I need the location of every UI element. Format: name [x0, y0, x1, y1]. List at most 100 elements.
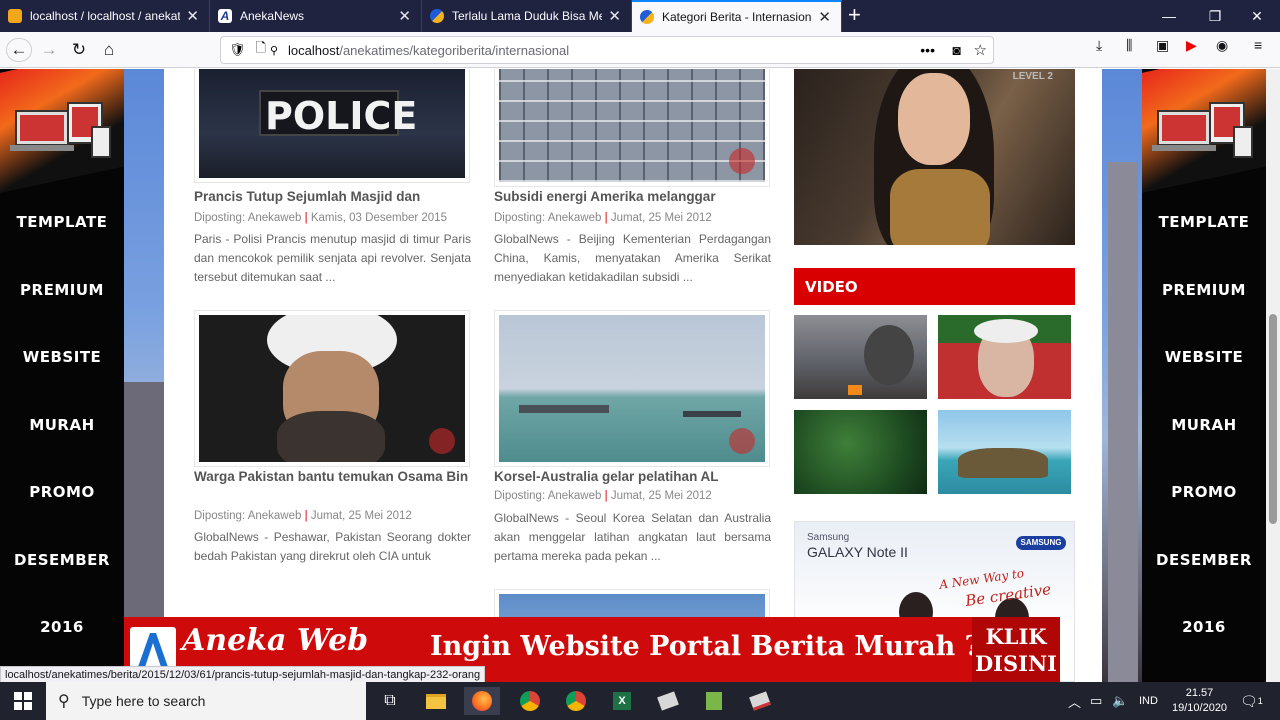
close-window-button[interactable]: ✕	[1234, 0, 1280, 32]
back-button[interactable]: ←	[6, 38, 32, 62]
close-tab-icon[interactable]: ✕	[398, 7, 411, 25]
minimize-button[interactable]: —	[1146, 0, 1192, 32]
ships-photo	[499, 315, 765, 462]
banner-word: MURAH	[1171, 416, 1237, 434]
tab-title: localhost / localhost / anekatim	[30, 9, 181, 23]
search-icon: ⚲	[58, 693, 70, 710]
promo-slogan: Ingin Website Portal Berita Murah ?	[430, 631, 981, 662]
post-thumbnail[interactable]	[194, 310, 470, 467]
downloads-icon[interactable]: ⤓	[1096, 37, 1102, 54]
battery-icon[interactable]: ▭	[1090, 682, 1102, 720]
volume-icon[interactable]: 🔈	[1112, 682, 1128, 720]
menu-icon[interactable]: ≡	[1254, 37, 1262, 53]
post-meta: Diposting: Anekaweb | Jumat, 25 Mei 2012	[494, 490, 712, 502]
post-thumbnail[interactable]	[494, 69, 770, 187]
bookmark-star-icon[interactable]: ☆	[974, 41, 987, 59]
cta-line: KLIK	[985, 624, 1047, 649]
url-bar[interactable]: 🛡 🗋 ⚲ localhost/anekatimes/kategoriberit…	[220, 36, 994, 64]
promo-logo-text: Aneka Web	[182, 623, 369, 658]
permissions-icon[interactable]: ⚲	[270, 44, 278, 57]
taskbar-search[interactable]: ⚲ Type here to search	[46, 682, 366, 720]
banner-word: PREMIUM	[20, 281, 104, 299]
chrome-alt-icon[interactable]	[512, 687, 548, 715]
account-icon[interactable]: ◉	[1216, 37, 1228, 54]
post-title[interactable]: Korsel-Australia gelar pelatihan AL	[494, 468, 770, 486]
close-tab-icon[interactable]: ✕	[818, 8, 831, 26]
sidebar-ad-banner[interactable]: LEVEL 2	[794, 69, 1075, 245]
close-tab-icon[interactable]: ✕	[186, 7, 199, 25]
page-viewport: TEMPLATE PREMIUM WEBSITE MURAH PROMO DES…	[0, 69, 1266, 682]
tab-phpmyadmin[interactable]: localhost / localhost / anekatim ✕	[0, 0, 210, 32]
start-button[interactable]	[0, 682, 46, 720]
side-banner-left[interactable]: TEMPLATE PREMIUM WEBSITE MURAH PROMO DES…	[0, 69, 124, 682]
maximize-button[interactable]: ❐	[1192, 0, 1238, 32]
background-image	[124, 69, 164, 682]
tab-title: Kategori Berita - Internasional	[662, 10, 813, 24]
banner-word: PREMIUM	[1162, 281, 1246, 299]
show-hidden-icons[interactable]: ︿	[1068, 682, 1081, 720]
post-title[interactable]: Prancis Tutup Sejumlah Masjid dan	[194, 188, 470, 206]
post-title[interactable]: Warga Pakistan bantu temukan Osama Bin	[194, 468, 470, 486]
language-indicator[interactable]: IND	[1139, 682, 1158, 720]
banner-word: TEMPLATE	[1158, 213, 1250, 231]
tab-terlalu-lama[interactable]: Terlalu Lama Duduk Bisa Menyebab ✕	[422, 0, 632, 32]
tab-kategori-berita[interactable]: Kategori Berita - Internasional ✕	[632, 0, 842, 32]
task-view-icon[interactable]: ⧉	[372, 687, 408, 715]
video-thumbnail[interactable]	[794, 315, 927, 399]
site-favicon-icon	[640, 10, 654, 24]
banner-word: 2016	[40, 618, 84, 636]
forward-button[interactable]: →	[36, 38, 62, 62]
firefox-icon[interactable]	[464, 687, 500, 715]
new-tab-button[interactable]: +	[848, 4, 861, 26]
side-banner-right[interactable]: TEMPLATE PREMIUM WEBSITE MURAH PROMO DES…	[1142, 69, 1266, 682]
anekanews-favicon-icon: A	[218, 9, 232, 23]
post-meta: Diposting: Anekaweb | Jumat, 25 Mei 2012	[494, 212, 712, 224]
sidebar-icon[interactable]: ▣	[1156, 37, 1169, 54]
main-content: POLICE Prancis Tutup Sejumlah Masjid dan…	[164, 69, 1102, 682]
close-tab-icon[interactable]: ✕	[608, 7, 621, 25]
ad-level-label: LEVEL 2	[1012, 71, 1053, 82]
pocket-icon[interactable]: ◙	[953, 42, 961, 58]
clock[interactable]: 21.57 19/10/2020	[1172, 682, 1227, 720]
tab-anekanews[interactable]: A AnekaNews ✕	[210, 0, 422, 32]
police-text: POLICE	[265, 94, 418, 138]
page-scrollbar[interactable]	[1266, 69, 1280, 682]
shield-icon[interactable]: 🛡	[229, 42, 246, 58]
notifications-icon[interactable]: 🗨 1	[1240, 682, 1263, 720]
video-widget-heading: VIDEO	[794, 268, 1075, 305]
post-thumbnail[interactable]	[494, 310, 770, 467]
tab-title: AnekaNews	[240, 9, 305, 23]
file-explorer-icon[interactable]	[418, 687, 454, 715]
samsung-brand-text: Samsung	[807, 532, 850, 543]
url-text[interactable]: localhost/anekatimes/kategoriberita/inte…	[288, 43, 569, 58]
video-thumbnail[interactable]	[938, 410, 1071, 494]
excel-icon[interactable]: X	[604, 687, 640, 715]
banner-word: PROMO	[29, 483, 95, 501]
cta-line: DISINI	[974, 651, 1058, 676]
post-excerpt: GlobalNews - Peshawar, Pakistan Seorang …	[194, 530, 471, 563]
youtube-icon[interactable]: ▶	[1186, 37, 1197, 54]
banner-word: WEBSITE	[1164, 348, 1244, 366]
promo-cta-button[interactable]: KLIK DISINI	[972, 617, 1060, 682]
post-title[interactable]: Subsidi energi Amerika melanggar	[494, 188, 770, 206]
post-thumbnail[interactable]: POLICE	[194, 69, 470, 183]
scrollbar-thumb[interactable]	[1269, 314, 1277, 524]
site-favicon-icon	[430, 9, 444, 23]
video-thumbnail[interactable]	[938, 315, 1071, 399]
home-button[interactable]: ⌂	[96, 38, 122, 62]
page-actions-icon[interactable]: •••	[920, 42, 935, 58]
app-icon[interactable]	[742, 687, 778, 715]
banner-word: 2016	[1182, 618, 1226, 636]
devices-illustration-icon	[1152, 102, 1253, 158]
chrome-icon[interactable]	[558, 687, 594, 715]
notepad-icon[interactable]	[696, 687, 732, 715]
reload-button[interactable]: ↻	[66, 38, 92, 62]
post-excerpt: Paris - Polisi Prancis menutup masjid di…	[194, 232, 471, 284]
library-icon[interactable]: ⫼	[1126, 37, 1132, 54]
app-icon[interactable]	[650, 687, 686, 715]
video-thumbnail[interactable]	[794, 410, 927, 494]
banner-word: DESEMBER	[1156, 551, 1252, 569]
banner-word: PROMO	[1171, 483, 1237, 501]
background-image	[1102, 69, 1142, 682]
nav-bar: ← → ↻ ⌂ 🛡 🗋 ⚲ localhost/anekatimes/kateg…	[0, 32, 1280, 68]
